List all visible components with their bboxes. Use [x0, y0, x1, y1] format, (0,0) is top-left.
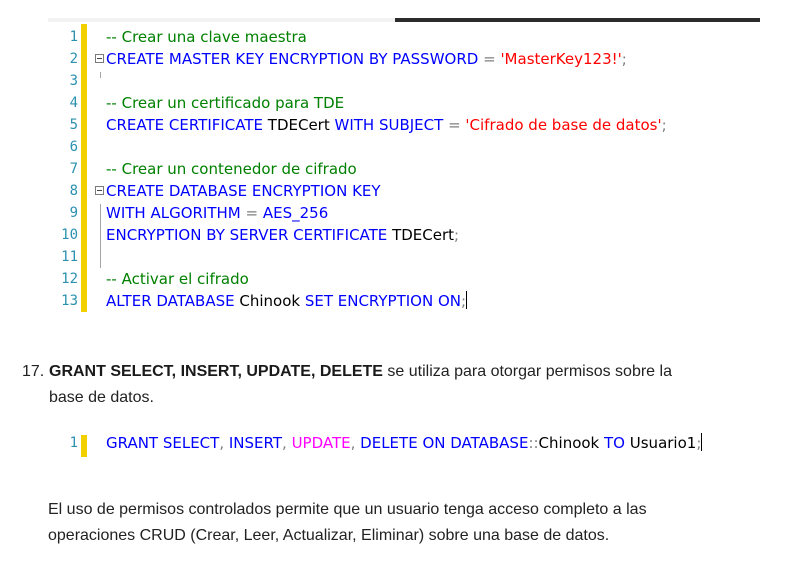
code-token: ; [621, 50, 627, 68]
line-number: 11 [61, 249, 78, 265]
code-token: :: [528, 434, 539, 452]
code-token: 'Cifrado de base de datos' [465, 116, 662, 134]
line-number: 1 [69, 29, 78, 45]
line-number: 7 [69, 161, 78, 177]
code-token: Usuario1 [629, 434, 697, 452]
code-token: , [282, 434, 292, 452]
code-token: Chinook [239, 292, 305, 310]
code-editor-tde[interactable]: 1 -- Crear una clave maestra 2 CREATE MASTE… [48, 18, 760, 314]
code-token: AES_256 [262, 204, 329, 222]
line-number: 6 [69, 139, 78, 155]
code-token: CREATE DATABASE ENCRYPTION KEY [106, 182, 381, 200]
code-token: CREATE MASTER KEY ENCRYPTION BY PASSWORD [106, 50, 484, 68]
code-token: = [245, 204, 259, 222]
editor-top-border [48, 18, 395, 22]
code-line[interactable]: 7 -- Crear un contenedor de cifrado [48, 158, 760, 180]
explanation-paragraph: El uso de permisos controlados permite q… [48, 501, 647, 544]
code-token: -- Crear un certificado para TDE [106, 94, 345, 112]
code-token: ; [661, 116, 667, 134]
code-line[interactable]: 10 ENCRYPTION BY SERVER CERTIFICATE TDECe… [48, 224, 760, 246]
code-token: ENCRYPTION BY SERVER CERTIFICATE [106, 226, 393, 244]
line-number: 4 [69, 95, 78, 111]
collapse-toggle-icon[interactable] [95, 54, 104, 63]
code-token: TDECert [392, 226, 455, 244]
code-line[interactable]: 13 ALTER DATABASE Chinook SET ENCRYPTION … [48, 290, 760, 312]
code-token: , [350, 434, 361, 452]
code-line[interactable]: 1 GRANT SELECT, INSERT, UPDATE, DELETE ON… [48, 432, 760, 454]
code-token: TDECert [267, 116, 335, 134]
code-token: SET ENCRYPTION ON [304, 292, 462, 310]
list-item-number: 17. [22, 363, 45, 380]
code-text: GRANT SELECT, INSERT, UPDATE, DELETE ON … [106, 432, 703, 454]
line-number: 13 [61, 293, 78, 309]
line-number: 10 [61, 227, 78, 243]
code-text: CREATE DATABASE ENCRYPTION KEY [106, 180, 381, 202]
line-number: 5 [69, 117, 78, 133]
code-token: ; [454, 226, 460, 244]
code-text: -- Crear una clave maestra [106, 26, 307, 48]
code-line[interactable]: 11 [48, 246, 760, 268]
code-line[interactable]: 3 [48, 70, 760, 92]
line-number: 9 [69, 205, 78, 221]
code-line[interactable]: 4 -- Crear un certificado para TDE [48, 92, 760, 114]
code-token: -- Activar el cifrado [106, 270, 249, 288]
code-token: ALTER DATABASE [106, 292, 240, 310]
code-text: -- Crear un certificado para TDE [106, 92, 344, 114]
code-token: INSERT [228, 434, 283, 452]
code-line[interactable]: 5 CREATE CERTIFICATE TDECert WITH SUBJECT… [48, 114, 760, 136]
code-line[interactable]: 9 WITH ALGORITHM = AES_256 [48, 202, 760, 224]
code-token: = [483, 50, 496, 68]
code-token: UPDATE [291, 434, 351, 452]
line-number: 1 [69, 435, 78, 451]
code-editor-grant[interactable]: 1 GRANT SELECT, INSERT, UPDATE, DELETE ON… [48, 432, 760, 460]
code-token: = [448, 116, 461, 134]
code-token: , [219, 434, 229, 452]
text-cursor [701, 433, 703, 451]
code-token: Chinook [538, 434, 605, 452]
code-text: WITH ALGORITHM = AES_256 [106, 202, 328, 224]
code-token: GRANT SELECT [106, 434, 220, 452]
code-line[interactable]: 6 [48, 136, 760, 158]
code-token: -- Crear una clave maestra [106, 28, 307, 46]
list-item-text: GRANT SELECT, INSERT, UPDATE, DELETE se … [49, 359, 709, 411]
code-line[interactable]: 12 -- Activar el cifrado [48, 268, 760, 290]
code-token: WITH ALGORITHM [106, 204, 246, 222]
sql-commands-bold: GRANT SELECT, INSERT, UPDATE, DELETE [49, 363, 383, 380]
line-number: 8 [69, 183, 78, 199]
code-token: DELETE ON DATABASE [360, 434, 529, 452]
code-line[interactable]: 8 CREATE DATABASE ENCRYPTION KEY [48, 180, 760, 202]
code-token: TO [604, 434, 630, 452]
code-line[interactable]: 1 -- Crear una clave maestra [48, 26, 760, 48]
code-line[interactable]: 2 CREATE MASTER KEY ENCRYPTION BY PASSWOR… [48, 48, 760, 70]
code-token: WITH SUBJECT [334, 116, 449, 134]
code-text: CREATE MASTER KEY ENCRYPTION BY PASSWORD… [106, 48, 627, 70]
code-text: CREATE CERTIFICATE TDECert WITH SUBJECT … [106, 114, 667, 136]
text-cursor [466, 291, 468, 309]
code-text: ALTER DATABASE Chinook SET ENCRYPTION ON… [106, 290, 468, 312]
line-number: 2 [69, 51, 78, 67]
editor-top-border-dark [395, 18, 760, 22]
line-number: 3 [69, 73, 78, 89]
code-text: -- Activar el cifrado [106, 268, 249, 290]
line-number: 12 [61, 271, 78, 287]
code-text: -- Crear un contenedor de cifrado [106, 158, 357, 180]
code-text: ENCRYPTION BY SERVER CERTIFICATE TDECert… [106, 224, 459, 246]
code-token: -- Crear un contenedor de cifrado [106, 160, 357, 178]
collapse-toggle-icon[interactable] [95, 186, 104, 195]
code-token: CREATE CERTIFICATE [106, 116, 268, 134]
code-token: 'MasterKey123!' [500, 50, 622, 68]
